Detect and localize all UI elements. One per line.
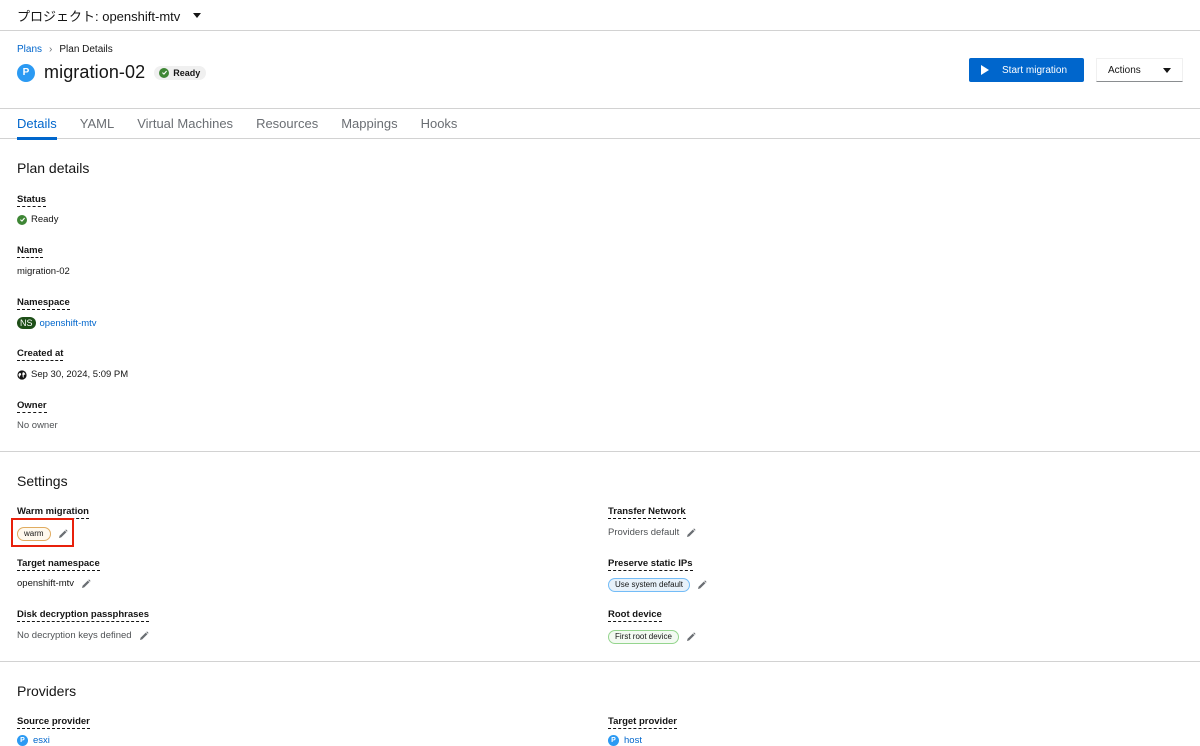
transfer-network-value: Providers default [608, 527, 696, 538]
breadcrumb: Plans › Plan Details [17, 44, 113, 55]
preserve-static-ips-value: Use system default [608, 578, 707, 592]
status-value-text: Ready [31, 214, 59, 225]
target-namespace-value: openshift-mtv [17, 578, 91, 589]
created-at-text: Sep 30, 2024, 5:09 PM [31, 369, 129, 380]
name-value: migration-02 [17, 266, 70, 277]
title-row: P migration-02 Ready [17, 62, 207, 83]
transfer-network-text: Providers default [608, 527, 680, 538]
section-divider [0, 661, 1200, 662]
pencil-icon[interactable] [697, 580, 707, 590]
name-term[interactable]: Name [17, 245, 43, 258]
disk-decryption-text: No decryption keys defined [17, 630, 132, 641]
page-title: migration-02 [44, 62, 146, 82]
project-selector[interactable]: プロジェクト: openshift-mtv [17, 6, 202, 25]
breadcrumb-plans-link[interactable]: Plans [17, 44, 42, 55]
tab-virtual-machines[interactable]: Virtual Machines [137, 109, 233, 139]
namespace-value: NS openshift-mtv [17, 317, 97, 329]
target-provider-link[interactable]: host [624, 735, 642, 746]
root-device-term[interactable]: Root device [608, 609, 662, 622]
plan-details-title: Plan details [17, 160, 90, 176]
created-at-value: Sep 30, 2024, 5:09 PM [17, 369, 128, 380]
globe-icon [17, 369, 27, 380]
actions-dropdown[interactable]: Actions [1096, 58, 1183, 82]
project-bar: プロジェクト: openshift-mtv [0, 0, 1200, 31]
target-provider-value: P host [608, 735, 642, 746]
pencil-icon[interactable] [686, 527, 696, 538]
disk-decryption-value: No decryption keys defined [17, 630, 149, 641]
breadcrumb-current: Plan Details [59, 44, 113, 55]
owner-value: No owner [17, 420, 58, 431]
namespace-link[interactable]: openshift-mtv [40, 318, 97, 329]
disk-decryption-term[interactable]: Disk decryption passphrases [17, 609, 149, 622]
namespace-badge: NS [17, 317, 36, 329]
play-icon [981, 65, 989, 75]
page-header: Plans › Plan Details P migration-02 Read… [0, 31, 1200, 108]
pencil-icon[interactable] [139, 630, 149, 641]
tab-yaml[interactable]: YAML [80, 109, 114, 139]
provider-badge: P [608, 735, 619, 746]
tab-resources[interactable]: Resources [256, 109, 318, 139]
transfer-network-term[interactable]: Transfer Network [608, 506, 686, 519]
source-provider-term[interactable]: Source provider [17, 716, 90, 729]
target-namespace-text: openshift-mtv [17, 578, 75, 589]
source-provider-link[interactable]: esxi [33, 735, 50, 746]
created-at-term[interactable]: Created at [17, 348, 64, 361]
tab-bar: Details YAML Virtual Machines Resources … [0, 108, 1200, 140]
target-namespace-term[interactable]: Target namespace [17, 558, 100, 571]
preserve-static-ips-term[interactable]: Preserve static IPs [608, 558, 693, 571]
check-circle-icon [17, 214, 27, 225]
status-term[interactable]: Status [17, 194, 47, 207]
pencil-icon[interactable] [81, 578, 91, 589]
highlight-box [11, 518, 74, 547]
target-provider-term[interactable]: Target provider [608, 716, 677, 729]
root-device-value: First root device [608, 630, 696, 644]
start-migration-button[interactable]: Start migration [969, 58, 1084, 82]
status-badge: Ready [154, 65, 207, 80]
pencil-icon[interactable] [686, 632, 696, 642]
source-provider-value: P esxi [17, 735, 50, 746]
root-device-label: First root device [608, 630, 679, 644]
tab-details[interactable]: Details [17, 109, 57, 140]
check-circle-icon [159, 67, 170, 78]
chevron-down-icon [1162, 68, 1171, 73]
provider-badge: P [17, 735, 28, 746]
project-label: プロジェクト: openshift-mtv [17, 8, 181, 24]
start-migration-label: Start migration [1002, 64, 1068, 76]
status-badge-label: Ready [173, 67, 201, 78]
tab-mappings[interactable]: Mappings [341, 109, 397, 139]
owner-term[interactable]: Owner [17, 400, 47, 413]
section-divider [0, 451, 1200, 452]
actions-label: Actions [1108, 64, 1141, 76]
namespace-term[interactable]: Namespace [17, 297, 70, 310]
providers-title: Providers [17, 683, 77, 699]
settings-title: Settings [17, 473, 68, 489]
status-value: Ready [17, 214, 58, 225]
breadcrumb-separator-icon: › [49, 44, 53, 55]
tab-hooks[interactable]: Hooks [421, 109, 458, 139]
chevron-down-icon [193, 13, 202, 18]
plan-badge: P [17, 63, 35, 82]
static-ips-label: Use system default [608, 578, 691, 592]
